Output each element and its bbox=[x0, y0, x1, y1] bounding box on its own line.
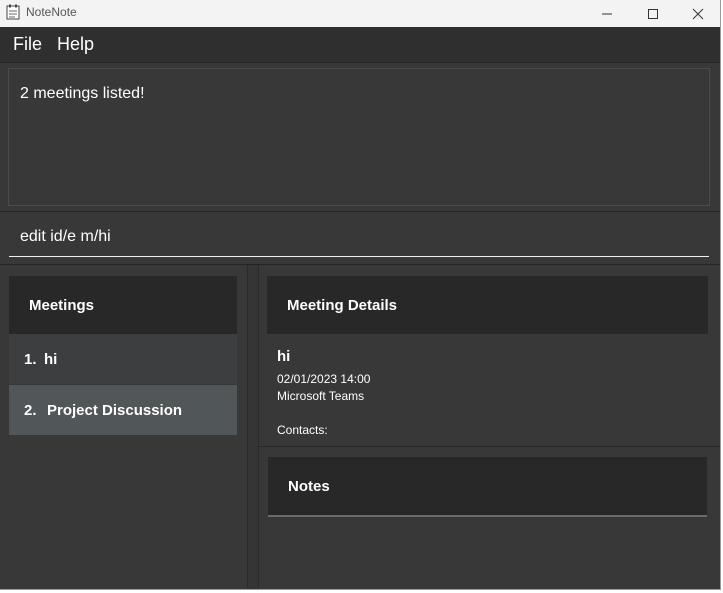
window-title: NoteNote bbox=[26, 5, 77, 19]
menu-file[interactable]: File bbox=[13, 34, 42, 55]
meeting-list-item[interactable]: 1. hi bbox=[9, 334, 237, 384]
meeting-detail-datetime: 02/01/2023 14:00 bbox=[277, 372, 371, 386]
meeting-title: hi bbox=[44, 351, 58, 368]
app-icon bbox=[6, 4, 20, 20]
maximize-icon bbox=[648, 8, 658, 19]
menu-bar: File Help bbox=[0, 27, 720, 63]
command-text: edit id/e m/hi bbox=[20, 228, 111, 245]
notes-header: Notes bbox=[268, 457, 707, 517]
result-display[interactable]: 2 meetings listed! bbox=[8, 68, 710, 206]
meeting-list-item[interactable]: 2. Project Discussion bbox=[9, 385, 237, 435]
minimize-icon bbox=[602, 13, 612, 14]
notes-header-label: Notes bbox=[288, 478, 330, 495]
divider bbox=[257, 446, 720, 447]
meetings-header: Meetings bbox=[9, 276, 237, 334]
meeting-detail-location: Microsoft Teams bbox=[277, 389, 365, 403]
meeting-detail-contacts-label: Contacts: bbox=[277, 423, 328, 437]
close-button[interactable] bbox=[675, 0, 720, 27]
close-icon bbox=[692, 8, 704, 19]
meeting-index: 1. bbox=[24, 351, 37, 368]
meeting-index: 2. bbox=[24, 402, 37, 419]
pane-split-handle[interactable] bbox=[247, 265, 259, 589]
meeting-details-header-label: Meeting Details bbox=[287, 297, 398, 314]
minimize-button[interactable] bbox=[584, 0, 630, 27]
app-window: NoteNote File Help 2 meetings listed! ed… bbox=[0, 0, 721, 590]
result-message: 2 meetings listed! bbox=[20, 85, 145, 102]
command-input[interactable]: edit id/e m/hi bbox=[9, 223, 709, 257]
meeting-details-header: Meeting Details bbox=[267, 276, 708, 334]
title-bar: NoteNote bbox=[0, 0, 720, 27]
maximize-button[interactable] bbox=[630, 0, 676, 27]
meeting-title: Project Discussion bbox=[47, 402, 183, 419]
divider bbox=[0, 211, 720, 212]
menu-help[interactable]: Help bbox=[57, 34, 94, 55]
meetings-header-label: Meetings bbox=[29, 297, 95, 314]
meeting-detail-name: hi bbox=[277, 348, 291, 365]
